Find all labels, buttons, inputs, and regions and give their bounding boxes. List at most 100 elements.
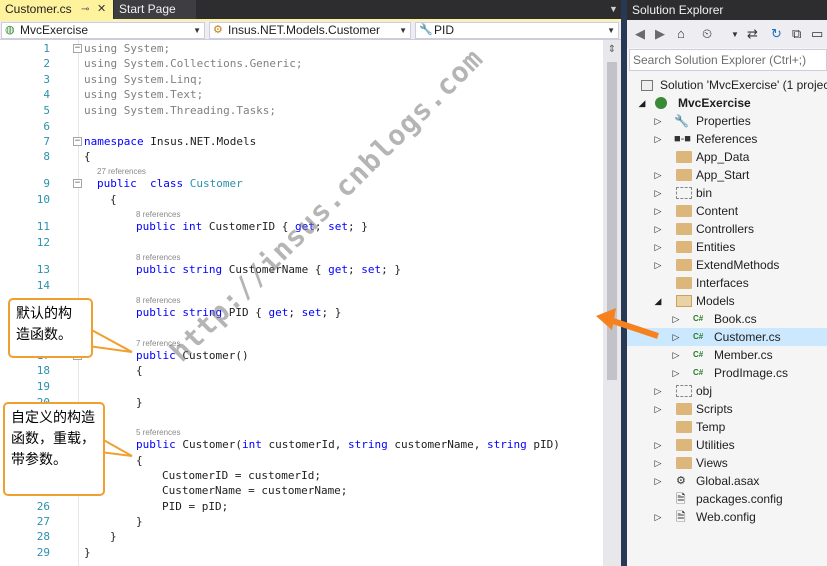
collapsed-arrow-icon[interactable]: ▷	[653, 436, 663, 454]
codelens-references[interactable]: 8 references	[136, 253, 180, 262]
sync-icon[interactable]: ⇄	[747, 26, 758, 42]
tree-item-utilities[interactable]: ▷ Utilities	[627, 436, 827, 454]
tab-overflow-dropdown-icon[interactable]: ▼	[606, 0, 621, 19]
home-icon[interactable]: ⌂	[677, 26, 685, 41]
csharp-project-icon: ◍	[5, 24, 15, 36]
line-number: 28	[36, 530, 50, 543]
tree-item-label: Member.cs	[714, 348, 773, 362]
collapsed-arrow-icon[interactable]: ▷	[653, 256, 663, 274]
tree-item-content[interactable]: ▷ Content	[627, 202, 827, 220]
chevron-down-icon[interactable]: ▼	[731, 30, 739, 39]
collapsed-arrow-icon[interactable]: ▷	[653, 400, 663, 418]
class-dropdown[interactable]: ⚙ Insus.NET.Models.Customer ▼	[209, 22, 411, 39]
tree-item-scripts[interactable]: ▷ Scripts	[627, 400, 827, 418]
line-number: 7	[43, 135, 50, 148]
tree-item-app-start[interactable]: ▷ App_Start	[627, 166, 827, 184]
scrollbar-thumb[interactable]	[607, 62, 617, 380]
codelens-references[interactable]: 8 references	[136, 296, 180, 305]
collapsed-arrow-icon[interactable]: ▷	[653, 166, 663, 184]
collapsed-arrow-icon[interactable]: ▷	[653, 112, 663, 130]
close-icon[interactable]: ✕	[97, 0, 106, 19]
tree-item-models[interactable]: ◢ Models	[627, 292, 827, 310]
chevron-down-icon: ▼	[399, 26, 407, 35]
tree-item-controllers[interactable]: ▷ Controllers	[627, 220, 827, 238]
tree-item-temp[interactable]: Temp	[627, 418, 827, 436]
tree-item-packages-config[interactable]: 🗎 packages.config	[627, 490, 827, 508]
tree-item-properties[interactable]: ▷ 🔧 Properties	[627, 112, 827, 130]
collapsed-arrow-icon[interactable]: ▷	[653, 202, 663, 220]
show-all-files-icon[interactable]: ▭	[811, 26, 823, 42]
tab-start-page[interactable]: Start Page	[114, 0, 196, 19]
line-number: 19	[36, 380, 50, 393]
tree-item-project[interactable]: ◢ MvcExercise	[627, 94, 827, 112]
collapsed-arrow-icon[interactable]: ▷	[653, 238, 663, 256]
line-number: 11	[36, 220, 50, 233]
tree-item-extendmethods[interactable]: ▷ ExtendMethods	[627, 256, 827, 274]
solution-tree: Solution 'MvcExercise' (1 project) ◢ Mvc…	[627, 72, 827, 566]
tree-item-references[interactable]: ▷ ■-■ References	[627, 130, 827, 148]
tree-item-web-config[interactable]: ▷ 🗎 Web.config	[627, 508, 827, 526]
tree-item-entities[interactable]: ▷ Entities	[627, 238, 827, 256]
wrench-icon: 🔧	[674, 114, 689, 128]
collapsed-arrow-icon[interactable]: ▷	[653, 508, 663, 526]
refresh-icon[interactable]: ↻	[771, 26, 782, 42]
collapse-all-icon[interactable]: ⧉	[792, 26, 801, 42]
vertical-scrollbar[interactable]: ⇕	[603, 40, 621, 566]
chevron-down-icon: ▼	[193, 26, 201, 35]
collapsed-arrow-icon[interactable]: ▷	[653, 220, 663, 238]
collapsed-arrow-icon[interactable]: ▷	[671, 346, 681, 364]
folder-icon	[676, 277, 692, 289]
project-dropdown[interactable]: ◍ MvcExercise ▼	[1, 22, 205, 39]
solution-explorer-panel: Solution Explorer ◀ ▶ ⌂ ⏲ ▼ ⇄ ↻ ⧉ ▭ Sear…	[627, 0, 827, 566]
expanded-arrow-icon[interactable]: ◢	[653, 292, 663, 310]
class-icon: ⚙	[213, 24, 223, 36]
tree-item-label: Entities	[696, 240, 736, 254]
tab-customer-cs[interactable]: Customer.cs ⊸ ✕	[0, 0, 113, 19]
collapsed-arrow-icon[interactable]: ▷	[653, 382, 663, 400]
tree-item-solution[interactable]: Solution 'MvcExercise' (1 project)	[627, 76, 827, 94]
tree-item-prodimage-cs[interactable]: ▷ C# ProdImage.cs	[627, 364, 827, 382]
collapsed-arrow-icon[interactable]: ▷	[671, 328, 681, 346]
collapse-icon[interactable]: −	[73, 179, 82, 188]
hidden-folder-icon	[676, 385, 692, 397]
collapsed-arrow-icon[interactable]: ▷	[653, 472, 663, 490]
collapsed-arrow-icon[interactable]: ▷	[653, 130, 663, 148]
line-number: 12	[36, 236, 50, 249]
line-number: 13	[36, 263, 50, 276]
member-dropdown[interactable]: 🔧 PID ▼	[415, 22, 619, 39]
collapsed-arrow-icon[interactable]: ▷	[671, 310, 681, 328]
solution-explorer-search[interactable]: Search Solution Explorer (Ctrl+;)	[629, 49, 827, 71]
pending-changes-icon[interactable]: ⏲	[702, 26, 712, 42]
tree-item-interfaces[interactable]: Interfaces	[627, 274, 827, 292]
tree-item-label: Web.config	[696, 510, 756, 524]
tree-item-app-data[interactable]: App_Data	[627, 148, 827, 166]
back-icon[interactable]: ◀	[635, 26, 645, 42]
forward-icon[interactable]: ▶	[655, 26, 665, 42]
collapsed-arrow-icon[interactable]: ▷	[671, 364, 681, 382]
collapsed-arrow-icon[interactable]: ▷	[653, 454, 663, 472]
codelens-references[interactable]: 27 references	[97, 167, 146, 176]
code-line: {	[136, 364, 143, 377]
split-window-icon[interactable]: ⇕	[605, 44, 619, 56]
tree-item-member-cs[interactable]: ▷ C# Member.cs	[627, 346, 827, 364]
tree-item-book-cs[interactable]: ▷ C# Book.cs	[627, 310, 827, 328]
tree-item-global-asax[interactable]: ▷ ⚙ Global.asax	[627, 472, 827, 490]
callout-text: 自定义的构造函数，重载，带参数。	[11, 410, 95, 468]
collapse-icon[interactable]: −	[73, 44, 82, 53]
collapsed-arrow-icon[interactable]: ▷	[653, 184, 663, 202]
codelens-references[interactable]: 5 references	[136, 428, 180, 437]
tree-item-views[interactable]: ▷ Views	[627, 454, 827, 472]
pin-icon[interactable]: ⊸	[81, 0, 89, 19]
line-number: 29	[36, 546, 50, 559]
code-line: {	[84, 150, 91, 163]
tree-item-bin[interactable]: ▷ bin	[627, 184, 827, 202]
line-number: 8	[43, 150, 50, 163]
collapse-icon[interactable]: −	[73, 137, 82, 146]
tree-item-customer-cs[interactable]: ▷ C# Customer.cs	[627, 328, 827, 346]
expanded-arrow-icon[interactable]: ◢	[637, 94, 647, 112]
code-line: using System.Linq;	[84, 73, 204, 86]
tree-item-label: Customer.cs	[714, 330, 781, 344]
codelens-references[interactable]: 8 references	[136, 210, 180, 219]
tree-item-label: Temp	[696, 420, 726, 434]
tree-item-obj[interactable]: ▷ obj	[627, 382, 827, 400]
